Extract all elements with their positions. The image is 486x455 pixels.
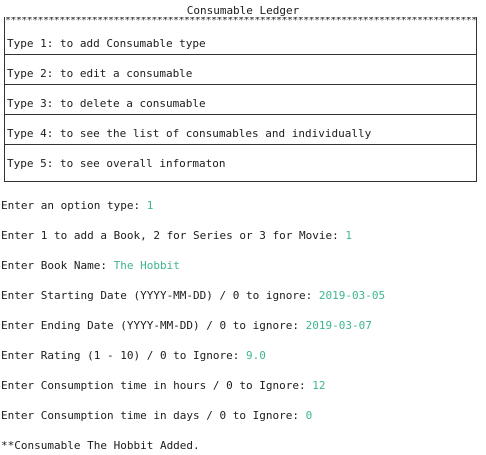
prompt-text: Enter Starting Date (YYYY-MM-DD) / 0 to … [1, 289, 319, 302]
prompt-text: Enter Book Name: [1, 259, 114, 272]
input-value: 1 [146, 199, 154, 212]
menu-top-border: ****************************************… [5, 17, 476, 25]
prompt-text: Enter Rating (1 - 10) / 0 to Ignore: [1, 349, 247, 362]
menu-item-3: Type 3: to delete a consumable [5, 85, 476, 115]
menu-item-4: Type 4: to see the list of consumables a… [5, 115, 476, 145]
prompt-end-date: Enter Ending Date (YYYY-MM-DD) / 0 to ig… [1, 319, 372, 333]
console-output: Consumable Ledger **********************… [0, 0, 486, 455]
prompt-text: Enter Ending Date (YYYY-MM-DD) / 0 to ig… [1, 319, 306, 332]
prompt-hours: Enter Consumption time in hours / 0 to I… [1, 379, 326, 393]
menu-item-label: Type 2: to edit a consumable [7, 67, 193, 80]
input-value: The Hobbit [113, 259, 180, 272]
prompt-text: Enter an option type: [1, 199, 147, 212]
input-value: 9.0 [246, 349, 266, 362]
prompt-option-type: Enter an option type: 1 [1, 199, 153, 213]
input-value: 12 [312, 379, 326, 392]
prompt-text: Enter 1 to add a Book, 2 for Series or 3… [1, 229, 346, 242]
menu-item-2: Type 2: to edit a consumable [5, 55, 476, 85]
prompt-media-kind: Enter 1 to add a Book, 2 for Series or 3… [1, 229, 352, 243]
menu-item-1: Type 1: to add Consumable type [5, 25, 476, 55]
input-value: 2019-03-05 [318, 289, 386, 302]
menu-item-5: Type 5: to see overall informaton [5, 145, 476, 175]
prompt-days: Enter Consumption time in days / 0 to Ig… [1, 409, 312, 423]
input-value: 1 [345, 229, 352, 242]
menu-box: ****************************************… [4, 17, 477, 182]
app-title: Consumable Ledger [186, 4, 300, 17]
menu-item-label: Type 5: to see overall informaton [7, 157, 226, 170]
menu-item-label: Type 4: to see the list of consumables a… [7, 127, 372, 140]
menu-item-label: Type 1: to add Consumable type [7, 37, 206, 50]
prompt-text: Enter Consumption time in hours / 0 to I… [1, 379, 313, 392]
prompt-rating: Enter Rating (1 - 10) / 0 to Ignore: 9.0 [1, 349, 266, 363]
input-value: 0 [305, 409, 313, 422]
input-value: 2019-03-07 [305, 319, 372, 332]
menu-item-label: Type 3: to delete a consumable [7, 97, 206, 110]
result-message: **Consumable The Hobbit Added. [1, 439, 200, 452]
prompt-start-date: Enter Starting Date (YYYY-MM-DD) / 0 to … [1, 289, 385, 303]
prompt-book-name: Enter Book Name: The Hobbit [1, 259, 180, 273]
prompt-text: Enter Consumption time in days / 0 to Ig… [1, 409, 306, 422]
